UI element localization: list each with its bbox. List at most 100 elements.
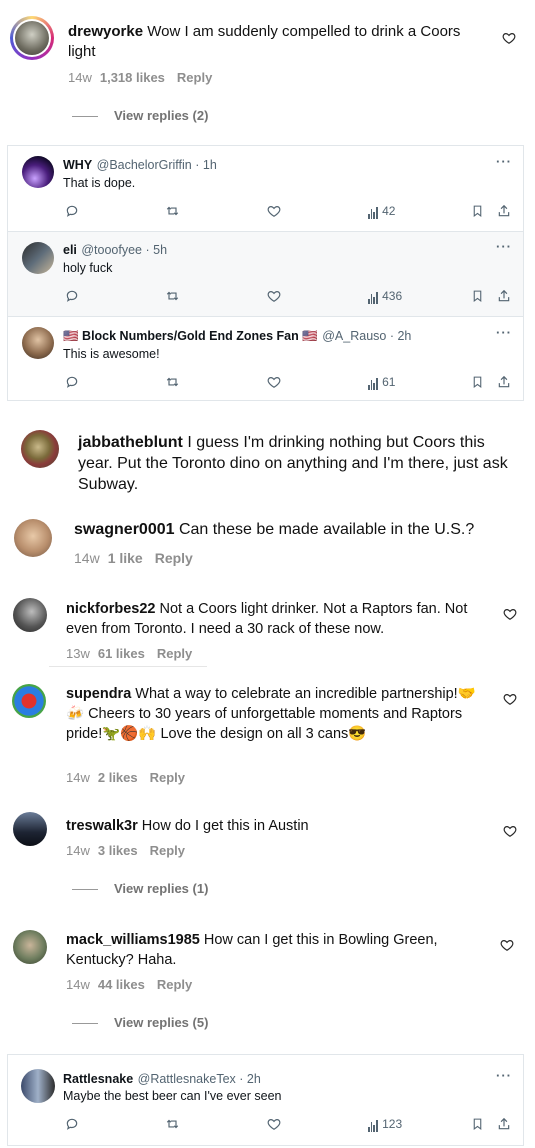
view-replies-label[interactable]: View replies (2) xyxy=(114,108,208,123)
comment-icon[interactable] xyxy=(65,204,79,218)
view-replies-label[interactable]: View replies (1) xyxy=(114,881,208,896)
avatar[interactable] xyxy=(22,327,54,359)
heart-icon[interactable] xyxy=(503,824,517,838)
heart-icon[interactable] xyxy=(503,607,517,621)
author-name[interactable]: eli xyxy=(63,243,77,257)
comment-body: drewyorke Wow I am suddenly compelled to… xyxy=(68,22,488,62)
heart-icon[interactable] xyxy=(500,938,514,952)
retweet-icon[interactable] xyxy=(165,1117,180,1131)
comment-meta: 14w 1 like Reply xyxy=(74,550,193,566)
heart-icon[interactable] xyxy=(267,375,281,389)
like-count[interactable]: 44 likes xyxy=(98,977,145,992)
views-button[interactable]: 436 xyxy=(368,289,402,304)
retweet-icon[interactable] xyxy=(165,289,180,303)
views-button[interactable]: 42 xyxy=(368,204,395,219)
avatar[interactable] xyxy=(10,16,54,60)
bookmark-icon[interactable] xyxy=(471,204,484,218)
avatar[interactable] xyxy=(22,242,54,274)
reply-button[interactable]: Reply xyxy=(177,70,212,85)
view-replies-button[interactable]: View replies (2) xyxy=(72,108,208,123)
more-icon[interactable]: ··· xyxy=(496,154,512,169)
username[interactable]: treswalk3r xyxy=(66,818,138,834)
post-text: That is dope. xyxy=(63,176,136,190)
x-post[interactable]: WHY @BachelorGriffin · 1h ··· That is do… xyxy=(7,145,524,231)
share-icon[interactable] xyxy=(497,204,511,218)
like-count[interactable]: 1 like xyxy=(108,550,143,566)
share-icon[interactable] xyxy=(497,289,511,303)
comment-body: treswalk3r How do I get this in Austin xyxy=(66,816,486,836)
username[interactable]: nickforbes22 xyxy=(66,601,155,617)
avatar[interactable] xyxy=(13,812,47,846)
post-text: holy fuck xyxy=(63,261,113,275)
retweet-icon[interactable] xyxy=(165,375,180,389)
post-text: This is awesome! xyxy=(63,347,160,361)
view-replies-button[interactable]: View replies (5) xyxy=(72,1015,208,1030)
reply-button[interactable]: Reply xyxy=(150,770,185,785)
heart-icon[interactable] xyxy=(503,692,517,706)
view-replies-label[interactable]: View replies (5) xyxy=(114,1015,208,1030)
username[interactable]: jabbatheblunt xyxy=(78,434,183,451)
heart-icon[interactable] xyxy=(267,1117,281,1131)
comment-icon[interactable] xyxy=(65,375,79,389)
avatar[interactable] xyxy=(12,684,46,718)
avatar[interactable] xyxy=(22,156,54,188)
divider xyxy=(72,1023,98,1025)
view-count: 42 xyxy=(382,204,396,218)
like-count[interactable]: 61 likes xyxy=(98,646,145,661)
author-handle[interactable]: @tooofyee · 5h xyxy=(81,243,167,257)
username[interactable]: swagner0001 xyxy=(74,521,175,538)
more-icon[interactable]: ··· xyxy=(496,239,512,254)
heart-icon[interactable] xyxy=(267,204,281,218)
like-count[interactable]: 3 likes xyxy=(98,843,138,858)
bookmark-icon[interactable] xyxy=(471,1117,484,1131)
x-post[interactable]: Rattlesnake @RattlesnakeTex · 2h ··· May… xyxy=(7,1054,524,1146)
comment-age: 14w xyxy=(74,550,100,566)
x-post[interactable]: eli @tooofyee · 5h ··· holy fuck 436 xyxy=(7,231,524,316)
post-header: WHY @BachelorGriffin · 1h xyxy=(63,156,217,174)
author-name[interactable]: 🇺🇸 Block Numbers/Gold End Zones Fan 🇺🇸 xyxy=(63,329,318,343)
more-icon[interactable]: ··· xyxy=(496,325,512,340)
avatar[interactable] xyxy=(13,598,47,632)
bookmark-icon[interactable] xyxy=(471,289,484,303)
views-button[interactable]: 123 xyxy=(368,1117,402,1132)
reply-button[interactable]: Reply xyxy=(157,977,192,992)
views-icon xyxy=(368,376,379,390)
comment-text: How do I get this in Austin xyxy=(141,818,309,834)
post-header: Rattlesnake @RattlesnakeTex · 2h xyxy=(63,1070,261,1088)
author-name[interactable]: WHY xyxy=(63,158,92,172)
author-handle[interactable]: @BachelorGriffin · 1h xyxy=(97,158,217,172)
avatar[interactable] xyxy=(14,519,52,557)
comment-age: 13w xyxy=(66,646,90,661)
author-handle[interactable]: @RattlesnakeTex · 2h xyxy=(138,1072,261,1086)
comment-icon[interactable] xyxy=(65,1117,79,1131)
reply-button[interactable]: Reply xyxy=(157,646,192,661)
author-name[interactable]: Rattlesnake xyxy=(63,1072,133,1086)
like-count[interactable]: 2 likes xyxy=(98,770,138,785)
username[interactable]: mack_williams1985 xyxy=(66,932,200,948)
reply-button[interactable]: Reply xyxy=(155,550,193,566)
x-post[interactable]: 🇺🇸 Block Numbers/Gold End Zones Fan 🇺🇸 @… xyxy=(7,316,524,401)
comment-body: mack_williams1985 How can I get this in … xyxy=(66,930,496,970)
like-count[interactable]: 1,318 likes xyxy=(100,70,165,85)
comment-age: 14w xyxy=(66,977,90,992)
view-replies-button[interactable]: View replies (1) xyxy=(72,881,208,896)
reply-button[interactable]: Reply xyxy=(150,843,185,858)
comment-age: 14w xyxy=(68,70,92,85)
avatar[interactable] xyxy=(21,1069,55,1103)
share-icon[interactable] xyxy=(497,1117,511,1131)
avatar[interactable] xyxy=(13,930,47,964)
views-button[interactable]: 61 xyxy=(368,375,395,390)
comment-meta: 14w 2 likes Reply xyxy=(66,770,185,785)
more-icon[interactable]: ··· xyxy=(496,1068,512,1083)
retweet-icon[interactable] xyxy=(165,204,180,218)
views-icon xyxy=(368,290,379,304)
bookmark-icon[interactable] xyxy=(471,375,484,389)
heart-icon[interactable] xyxy=(267,289,281,303)
comment-icon[interactable] xyxy=(65,289,79,303)
username[interactable]: drewyorke xyxy=(68,23,143,40)
username[interactable]: supendra xyxy=(66,686,131,702)
author-handle[interactable]: @A_Rauso · 2h xyxy=(322,329,411,343)
share-icon[interactable] xyxy=(497,375,511,389)
avatar[interactable] xyxy=(21,430,59,468)
heart-icon[interactable] xyxy=(502,31,516,45)
